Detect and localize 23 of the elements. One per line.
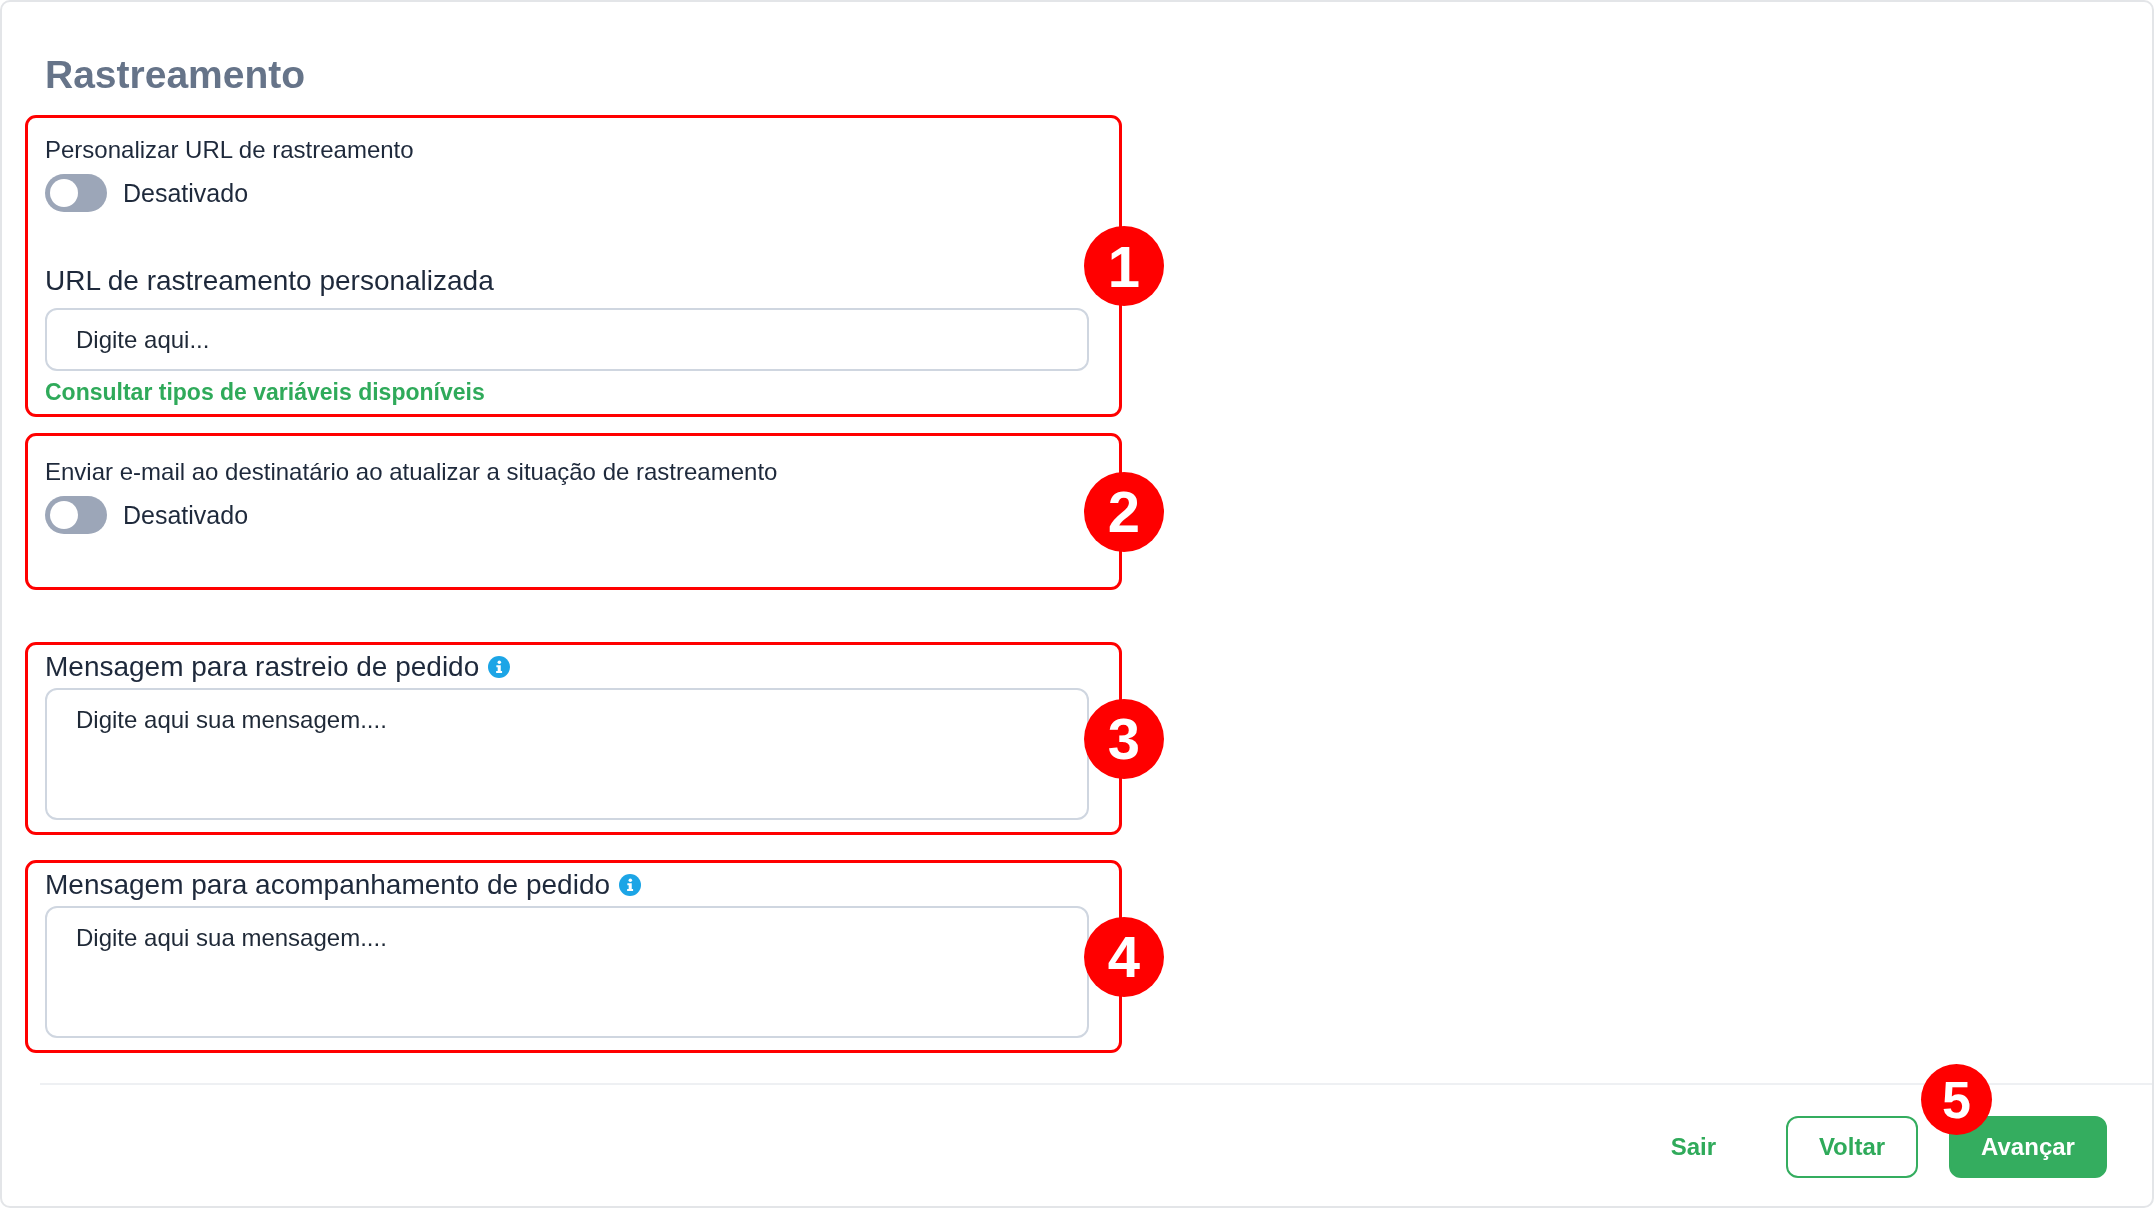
- toggle-status: Desativado: [123, 178, 249, 208]
- info-icon[interactable]: [619, 873, 642, 896]
- page-title: Rastreamento: [45, 52, 306, 98]
- back-button[interactable]: Voltar: [1786, 1116, 1918, 1178]
- text-input[interactable]: Digite aqui...: [45, 308, 1089, 371]
- callout-number: 2: [1084, 471, 1164, 552]
- toggle-status: Desativado: [123, 500, 249, 530]
- field-label: Mensagem para rastreio de pedido: [45, 650, 480, 683]
- message-textarea[interactable]: Digite aqui sua mensagem....: [45, 906, 1089, 1038]
- info-icon[interactable]: [488, 655, 511, 678]
- field-label: Mensagem para acompanhamento de pedido: [45, 868, 611, 901]
- callout-number: 5: [1921, 1064, 1992, 1135]
- callout-number: 1: [1084, 226, 1164, 306]
- message-textarea[interactable]: Digite aqui sua mensagem....: [45, 688, 1089, 820]
- callout-number: 4: [1084, 916, 1164, 997]
- toggle-switch[interactable]: [45, 496, 107, 534]
- field-label: Enviar e-mail ao destinatário ao atualizar a situação de rastreamento: [45, 458, 778, 486]
- field-label: Personalizar URL de rastreamento: [45, 136, 414, 164]
- field-label: URL de rastreamento personalizada: [45, 264, 494, 297]
- toggle-switch[interactable]: [45, 174, 107, 212]
- variables-link[interactable]: Consultar tipos de variáveis disponíveis: [45, 378, 485, 406]
- callout-number: 3: [1084, 698, 1164, 779]
- exit-button[interactable]: Sair: [1650, 1116, 1736, 1178]
